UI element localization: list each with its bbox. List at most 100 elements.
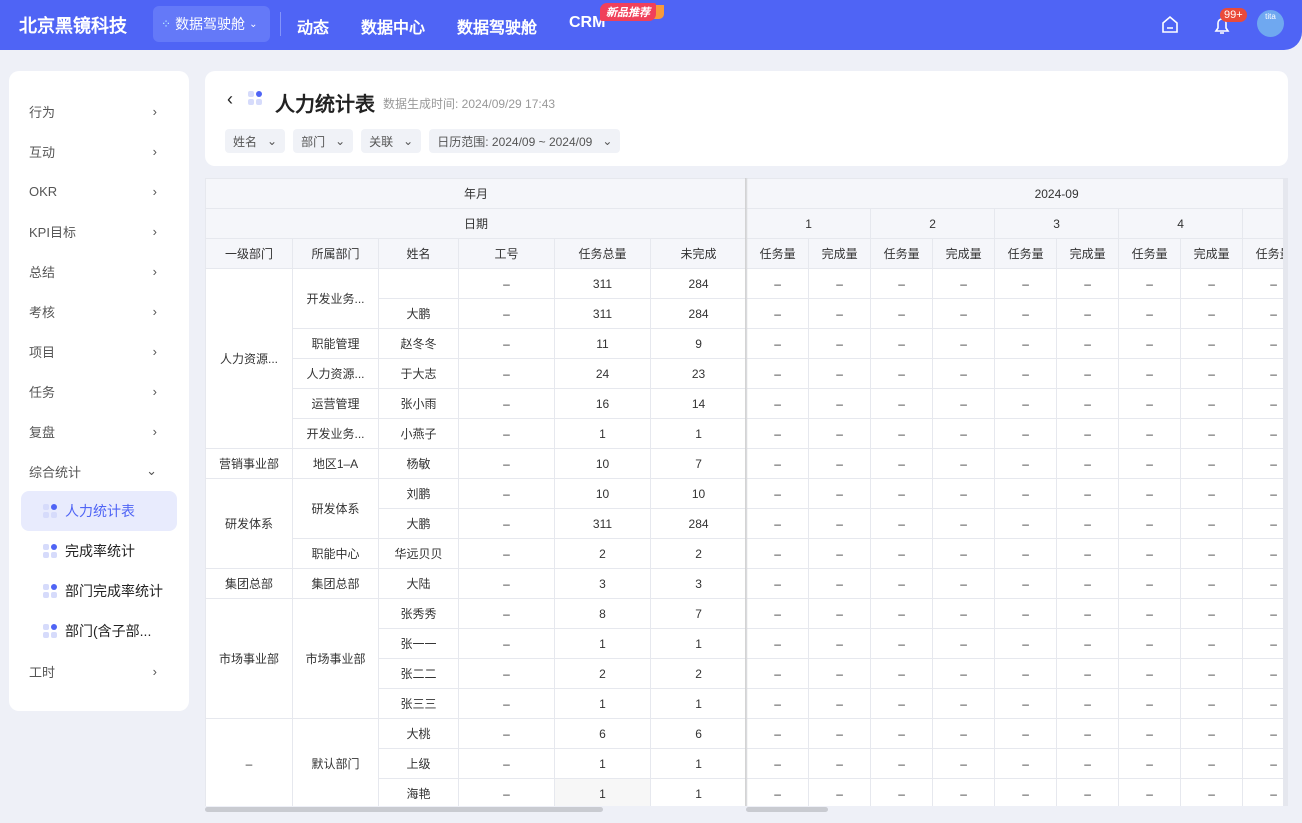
cell-total: 10	[554, 448, 651, 479]
cell-id: –	[458, 628, 555, 659]
sidebar-item[interactable]: KPI目标 ›	[9, 211, 189, 251]
chevron-down-icon: ⌄	[249, 18, 258, 30]
cell-day-value: –	[746, 688, 810, 719]
chevron-right-icon: ›	[152, 183, 157, 199]
filter-dropdown[interactable]: 姓名 ⌄	[225, 129, 286, 153]
sidebar-subitem[interactable]: 部门完成率统计	[21, 571, 177, 611]
cell-day-value: –	[1056, 718, 1120, 749]
cell-total: 1	[554, 778, 651, 806]
cell-total: 10	[554, 478, 651, 509]
cell-day-value: –	[1118, 718, 1182, 749]
cell-id: –	[458, 298, 555, 329]
cell-day-value: –	[746, 388, 810, 419]
cell-total: 24	[554, 358, 651, 389]
cell-day-value: –	[932, 598, 996, 629]
vertical-scrollbar[interactable]	[1283, 178, 1288, 806]
cell-total: 8	[554, 598, 651, 629]
cell-day-value: –	[1242, 568, 1288, 599]
sidebar-item[interactable]: 工时 ›	[9, 651, 189, 691]
sidebar-item[interactable]: 综合统计 ⌄	[9, 451, 189, 491]
filter-dropdown[interactable]: 部门 ⌄	[293, 129, 354, 153]
cell-day-value: –	[870, 658, 934, 689]
cell-day-value: –	[870, 388, 934, 419]
avatar[interactable]: tita	[1257, 10, 1284, 37]
cell-id: –	[458, 718, 555, 749]
nav-dynamic[interactable]: 动态	[297, 14, 329, 38]
cell-day-value: –	[746, 658, 810, 689]
cell-day-value: –	[1180, 418, 1244, 449]
cell-day-value: –	[746, 538, 810, 569]
cell-day-value: –	[1056, 748, 1120, 779]
sidebar-item[interactable]: 总结 ›	[9, 251, 189, 291]
filter-label: 部门	[301, 134, 326, 149]
column-header: 姓名	[378, 238, 459, 269]
sidebar-subitem[interactable]: 完成率统计	[21, 531, 177, 571]
cell-day-value: –	[932, 418, 996, 449]
cell-day-value: –	[994, 418, 1058, 449]
cell-level1-dept: 营销事业部	[205, 448, 293, 479]
cell-day-value: –	[1180, 688, 1244, 719]
sidebar-item-label: 综合统计	[29, 464, 82, 480]
filter-dropdown[interactable]: 日历范围: 2024/09 ~ 2024/09 ⌄	[429, 129, 621, 153]
sidebar-item[interactable]: OKR ›	[9, 171, 189, 211]
cell-day-value: –	[870, 778, 934, 806]
cell-day-value: –	[1056, 658, 1120, 689]
generated-time: 数据生成时间: 2024/09/29 17:43	[383, 97, 556, 111]
column-header: 未完成	[649, 238, 748, 269]
cell-day-value: –	[1242, 688, 1288, 719]
home-icon[interactable]	[1159, 14, 1181, 36]
cell-day-value: –	[994, 508, 1058, 539]
cell-id: –	[458, 448, 555, 479]
sidebar-subitem[interactable]: 部门(含子部...	[21, 611, 177, 651]
cell-name: 于大志	[378, 358, 459, 389]
column-header-done: 完成量	[808, 238, 872, 269]
cell-undone: 7	[649, 448, 748, 479]
cell-total: 1	[554, 688, 651, 719]
report-icon	[248, 91, 262, 105]
back-icon[interactable]: ‹	[227, 89, 233, 110]
workspace-switcher[interactable]: ⁘ 数据驾驶舱 ⌄	[153, 6, 270, 42]
workspace-label: 数据驾驶舱	[175, 16, 246, 32]
cell-day-value: –	[1118, 298, 1182, 329]
sidebar-item-label: KPI目标	[29, 224, 76, 240]
cell-id: –	[458, 568, 555, 599]
cell-day-value: –	[1118, 628, 1182, 659]
sidebar-item[interactable]: 复盘 ›	[9, 411, 189, 451]
cell-day-value: –	[746, 568, 810, 599]
filter-dropdown[interactable]: 关联 ⌄	[361, 129, 422, 153]
chevron-right-icon: ›	[152, 103, 157, 119]
column-header-tasks: 任务量	[994, 238, 1058, 269]
cell-undone: 23	[649, 358, 748, 389]
nav-data-center[interactable]: 数据中心	[361, 14, 425, 38]
sidebar-item[interactable]: 考核 ›	[9, 291, 189, 331]
cell-day-value: –	[808, 598, 872, 629]
sidebar-item[interactable]: 项目 ›	[9, 331, 189, 371]
horizontal-scrollbar-left[interactable]	[205, 807, 603, 812]
horizontal-scrollbar-right[interactable]	[746, 807, 828, 812]
cell-day-value: –	[1118, 478, 1182, 509]
sidebar-item-label: 项目	[29, 344, 56, 360]
sidebar-item[interactable]: 行为 ›	[9, 91, 189, 131]
cell-level1-dept: 研发体系	[205, 478, 293, 569]
cell-day-value: –	[808, 538, 872, 569]
cell-day-value: –	[1242, 358, 1288, 389]
cell-day-value: –	[808, 268, 872, 299]
cell-day-value: –	[1118, 568, 1182, 599]
cell-id: –	[458, 748, 555, 779]
cell-day-value: –	[1180, 478, 1244, 509]
sidebar-subitem[interactable]: 人力统计表	[21, 491, 177, 531]
page-title: 人力统计表	[275, 94, 375, 116]
cell-day-value: –	[1242, 718, 1288, 749]
cell-day-value: –	[1118, 448, 1182, 479]
cell-day-value: –	[994, 688, 1058, 719]
sidebar-item[interactable]: 互动 ›	[9, 131, 189, 171]
cell-name: 华远贝贝	[378, 538, 459, 569]
cell-name: 大桃	[378, 718, 459, 749]
cell-undone: 3	[649, 568, 748, 599]
cell-undone: 9	[649, 328, 748, 359]
cell-id: –	[458, 388, 555, 419]
divider	[280, 12, 281, 36]
cell-day-value: –	[870, 538, 934, 569]
nav-data-cockpit[interactable]: 数据驾驶舱	[457, 14, 537, 38]
sidebar-item[interactable]: 任务 ›	[9, 371, 189, 411]
